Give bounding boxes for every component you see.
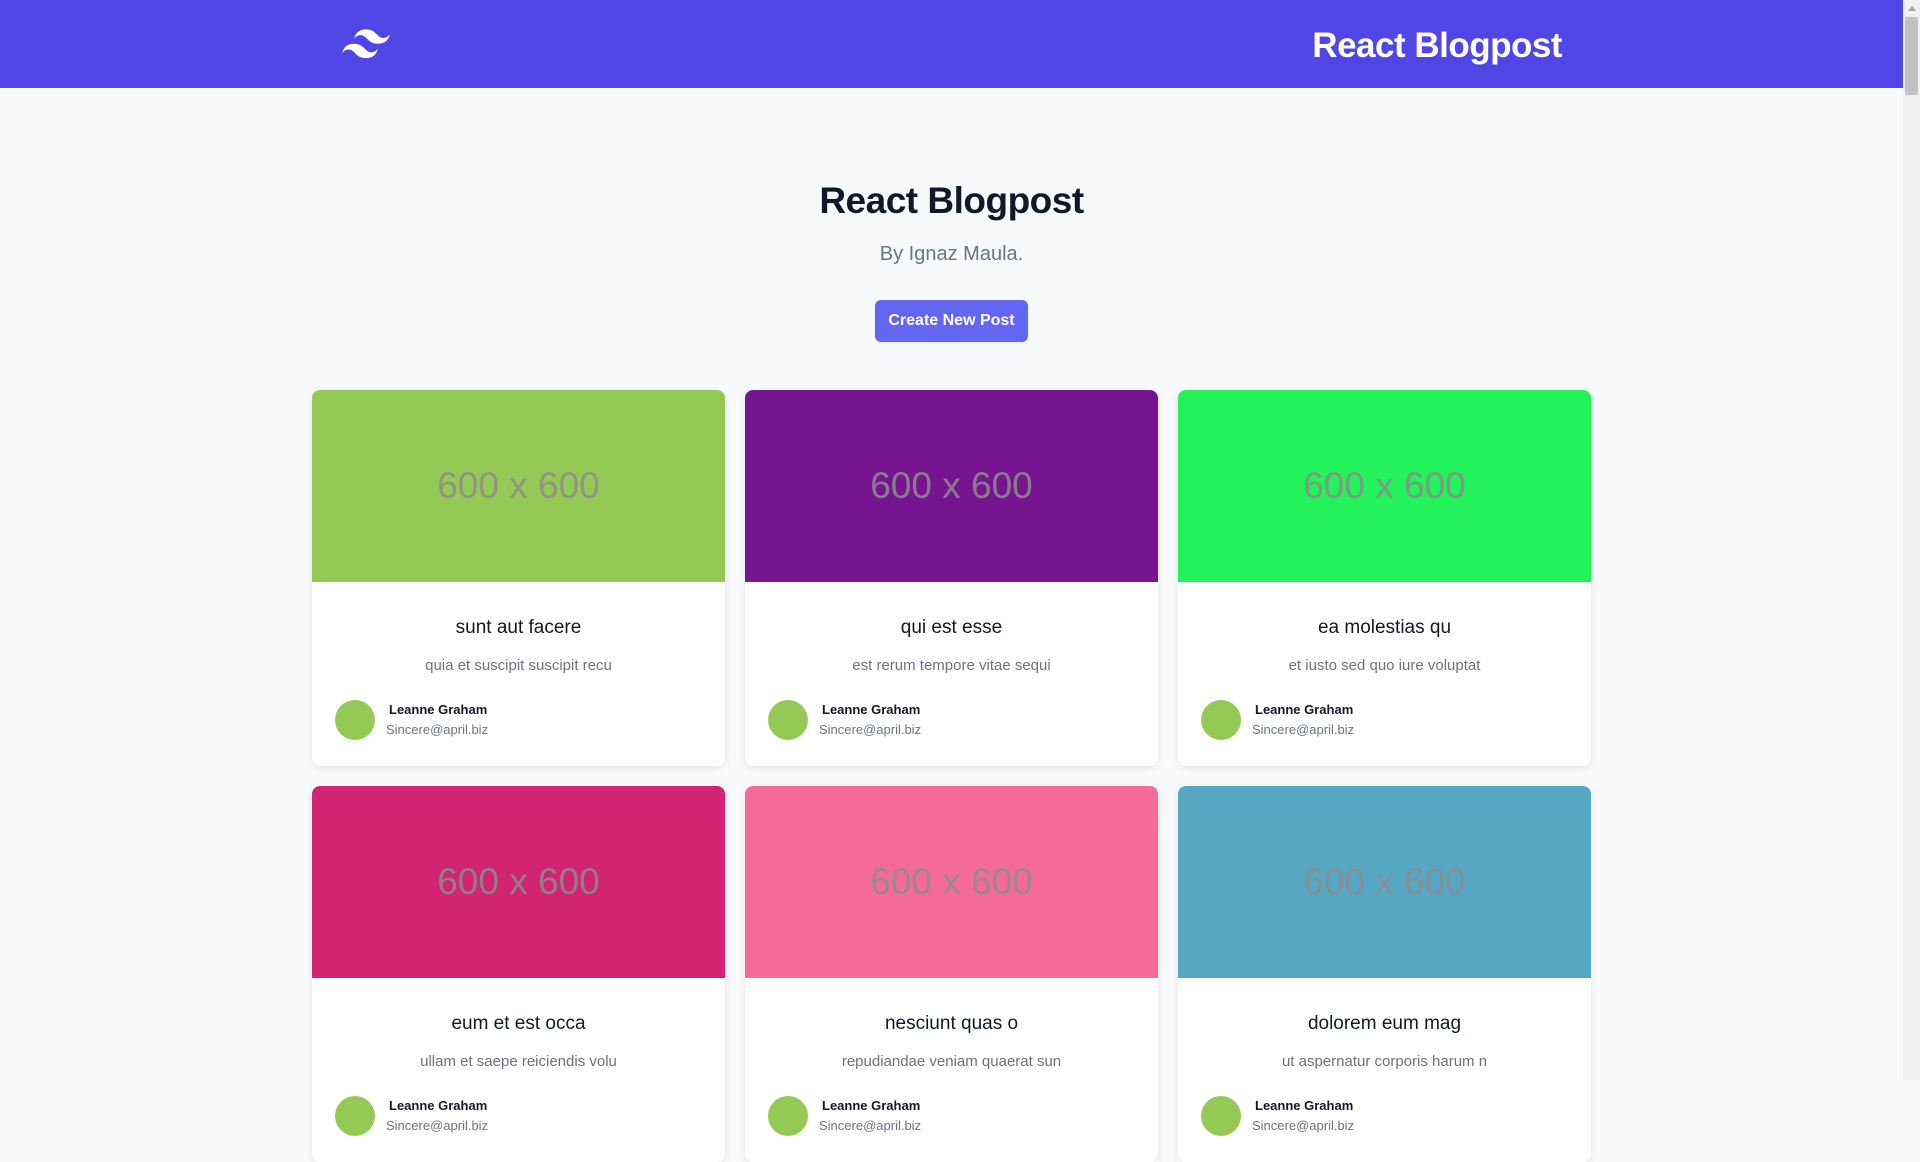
post-author: Leanne Graham Sincere@april.biz (1201, 700, 1354, 740)
avatar (335, 1096, 375, 1136)
page-subtitle: By Ignaz Maula. (879, 243, 1024, 265)
create-new-post-button[interactable]: Create New Post (875, 300, 1028, 342)
post-thumbnail: 600 x 600 (1178, 786, 1591, 978)
author-name: Leanne Graham (822, 1098, 921, 1113)
post-thumbnail: 600 x 600 (312, 390, 725, 582)
post-thumbnail: 600 x 600 (1178, 390, 1591, 582)
post-card[interactable]: 600 x 600 qui est esse est rerum tempore… (745, 390, 1158, 766)
post-thumbnail: 600 x 600 (312, 786, 725, 978)
author-name: Leanne Graham (1255, 702, 1354, 717)
post-title[interactable]: nesciunt quas o (745, 1013, 1158, 1035)
post-card-body: sunt aut facere quia et suscipit suscipi… (312, 582, 725, 766)
author-name: Leanne Graham (389, 1098, 488, 1113)
avatar (768, 700, 808, 740)
post-card[interactable]: 600 x 600 sunt aut facere quia et suscip… (312, 390, 725, 766)
avatar (1201, 1096, 1241, 1136)
post-author: Leanne Graham Sincere@april.biz (1201, 1096, 1354, 1136)
author-email: Sincere@april.biz (819, 1118, 922, 1133)
post-author: Leanne Graham Sincere@april.biz (335, 700, 488, 740)
avatar (1201, 700, 1241, 740)
post-author: Leanne Graham Sincere@april.biz (768, 1096, 921, 1136)
avatar (768, 1096, 808, 1136)
vertical-scrollbar[interactable] (1903, 0, 1920, 1080)
navbar-brand[interactable]: React Blogpost (1312, 0, 1562, 88)
author-email: Sincere@april.biz (386, 1118, 489, 1133)
author-email: Sincere@april.biz (819, 722, 922, 737)
post-grid: 600 x 600 sunt aut facere quia et suscip… (312, 390, 1591, 1162)
post-excerpt: ut aspernatur corporis harum n (1281, 1053, 1488, 1070)
post-card-body: eum et est occa ullam et saepe reiciendi… (312, 978, 725, 1162)
post-author: Leanne Graham Sincere@april.biz (335, 1096, 488, 1136)
author-email: Sincere@april.biz (1252, 1118, 1355, 1133)
author-name: Leanne Graham (822, 702, 921, 717)
post-card[interactable]: 600 x 600 ea molestias qu et iusto sed q… (1178, 390, 1591, 766)
post-title[interactable]: dolorem eum mag (1178, 1013, 1591, 1035)
avatar (335, 700, 375, 740)
post-excerpt: repudiandae veniam quaerat sun (841, 1053, 1062, 1070)
post-title[interactable]: ea molestias qu (1178, 617, 1591, 639)
post-card-body: ea molestias qu et iusto sed quo iure vo… (1178, 582, 1591, 766)
post-card[interactable]: 600 x 600 eum et est occa ullam et saepe… (312, 786, 725, 1162)
post-title[interactable]: sunt aut facere (312, 617, 725, 639)
post-excerpt: quia et suscipit suscipit recu (425, 657, 612, 674)
author-email: Sincere@april.biz (386, 722, 489, 737)
scrollbar-thumb[interactable] (1905, 17, 1918, 95)
post-card-body: qui est esse est rerum tempore vitae seq… (745, 582, 1158, 766)
post-title[interactable]: qui est esse (745, 617, 1158, 639)
author-name: Leanne Graham (1255, 1098, 1354, 1113)
post-author: Leanne Graham Sincere@april.biz (768, 700, 921, 740)
tailwind-logo-icon[interactable] (342, 28, 390, 60)
post-excerpt: et iusto sed quo iure voluptat (1288, 657, 1481, 674)
post-title[interactable]: eum et est occa (312, 1013, 725, 1035)
post-thumbnail: 600 x 600 (745, 390, 1158, 582)
author-email: Sincere@april.biz (1252, 722, 1355, 737)
scroll-up-arrow-icon[interactable] (1908, 6, 1916, 11)
post-card[interactable]: 600 x 600 nesciunt quas o repudiandae ve… (745, 786, 1158, 1162)
top-navbar: React Blogpost (0, 0, 1903, 88)
post-excerpt: est rerum tempore vitae sequi (852, 657, 1051, 674)
post-thumbnail: 600 x 600 (745, 786, 1158, 978)
post-card-body: nesciunt quas o repudiandae veniam quaer… (745, 978, 1158, 1162)
post-card[interactable]: 600 x 600 dolorem eum mag ut aspernatur … (1178, 786, 1591, 1162)
author-name: Leanne Graham (389, 702, 488, 717)
post-excerpt: ullam et saepe reiciendis volu (420, 1053, 617, 1070)
page-title: React Blogpost (819, 180, 1084, 221)
post-card-body: dolorem eum mag ut aspernatur corporis h… (1178, 978, 1591, 1162)
